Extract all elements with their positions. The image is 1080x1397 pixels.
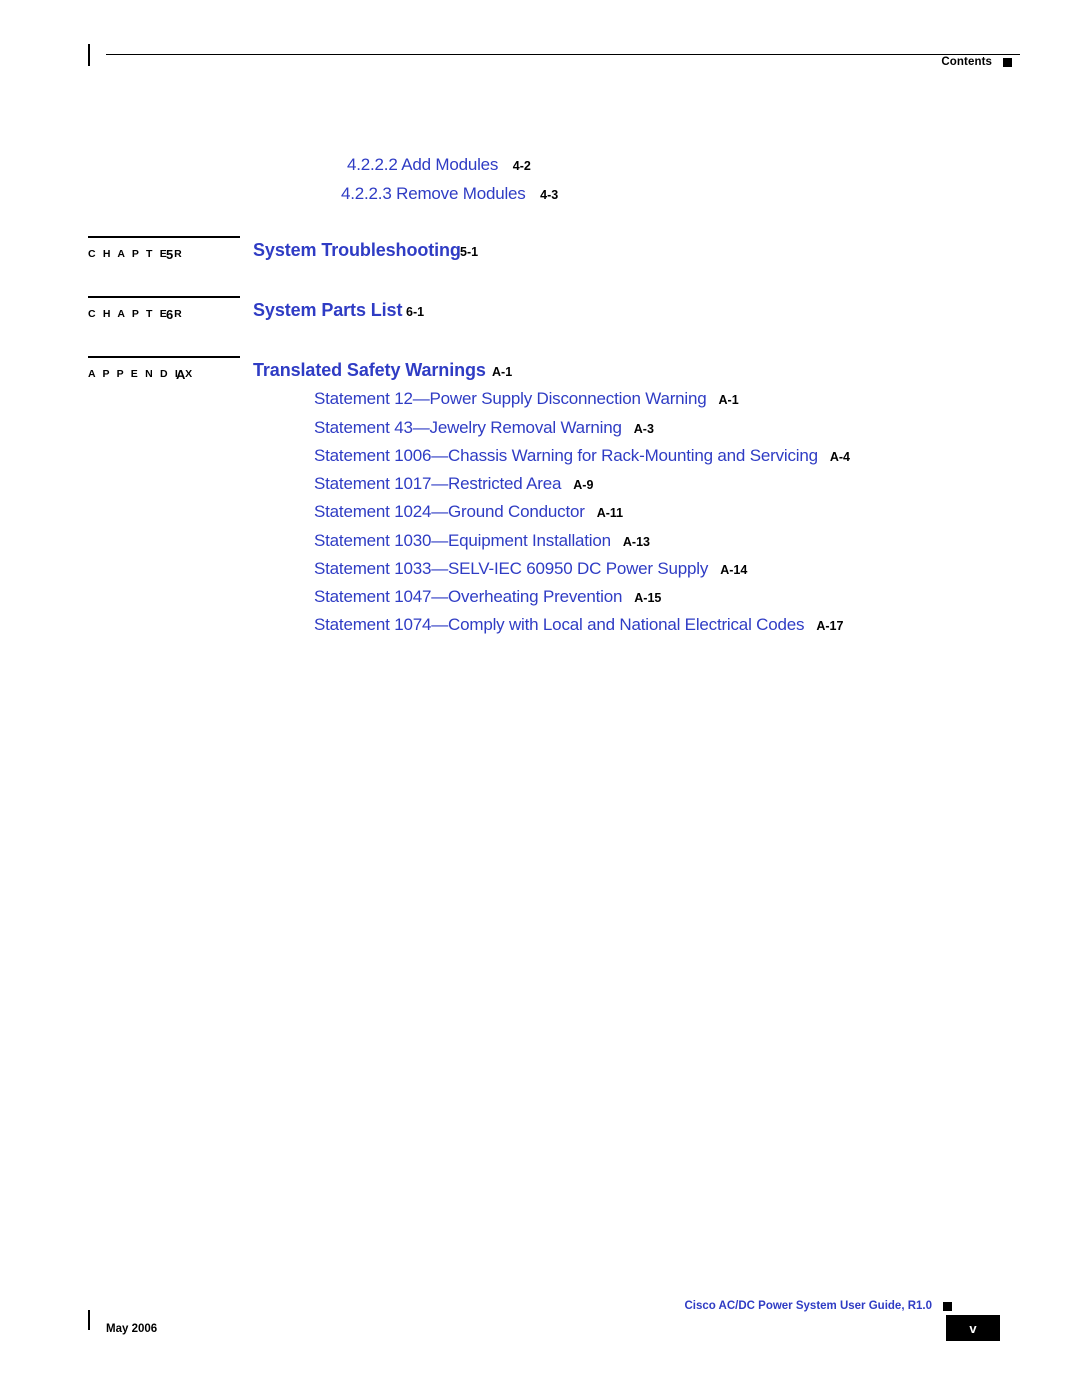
chapter-page: 5-1 — [460, 245, 479, 259]
chapter-rule — [88, 236, 240, 238]
toc-subentry-page: 4-3 — [540, 188, 559, 202]
footer-square-marker — [943, 1302, 952, 1311]
toc-subentry-title: Add Modules — [401, 155, 499, 174]
header-label: Contents — [941, 56, 992, 68]
appendix-page: A-1 — [492, 365, 513, 379]
header-square-marker — [1003, 58, 1012, 67]
toc-entry-statement-1006[interactable]: Statement 1006—Chassis Warning for Rack-… — [314, 446, 850, 466]
toc-entry-page: A-9 — [573, 478, 594, 492]
chapter-title: System Parts List — [253, 300, 403, 320]
footer-date: May 2006 — [106, 1323, 158, 1335]
toc-entry-statement-1030[interactable]: Statement 1030—Equipment Installation A-1… — [314, 531, 650, 551]
appendix-title: Translated Safety Warnings — [253, 360, 486, 380]
page-footer: Cisco AC/DC Power System User Guide, R1.… — [88, 1299, 1020, 1341]
toc-entry-page: A-14 — [720, 563, 748, 577]
toc-entry-statement-1017[interactable]: Statement 1017—Restricted Area A-9 — [314, 474, 593, 494]
toc-entry-title: Statement 1033—SELV-IEC 60950 DC Power S… — [314, 559, 709, 578]
header-rule — [106, 54, 1020, 55]
appendix-letter: A — [176, 367, 186, 382]
appendix-rule — [88, 356, 240, 358]
toc-entry-title: Statement 1024—Ground Conductor — [314, 502, 585, 521]
toc-entry-title: Statement 43—Jewelry Removal Warning — [314, 418, 622, 437]
toc-entry-title: Statement 1047—Overheating Prevention — [314, 587, 623, 606]
footer-page-number: v — [946, 1315, 1000, 1341]
toc-entry-page: A-3 — [633, 422, 654, 436]
page-header: Contents — [88, 40, 1020, 70]
toc-entry-page: A-13 — [622, 535, 650, 549]
toc-entry-statement-12[interactable]: Statement 12—Power Supply Disconnection … — [314, 389, 739, 409]
toc-entry-title: Statement 1017—Restricted Area — [314, 474, 562, 493]
toc-entry-statement-1047[interactable]: Statement 1047—Overheating Prevention A-1… — [314, 587, 661, 607]
chapter-number: 6 — [166, 307, 174, 322]
toc-entry-page: A-1 — [718, 393, 739, 407]
toc-entry-statement-1074[interactable]: Statement 1074—Comply with Local and Nat… — [314, 615, 843, 635]
toc-entry-title: Statement 1074—Comply with Local and Nat… — [314, 615, 805, 634]
header-tick-mark — [88, 44, 90, 66]
toc-entry-statement-43[interactable]: Statement 43—Jewelry Removal Warning A-3 — [314, 418, 654, 438]
toc-subentry-remove-modules[interactable]: 4.2.2.3 Remove Modules 4-3 — [341, 184, 558, 204]
toc-entry-title: Statement 1006—Chassis Warning for Rack-… — [314, 446, 818, 465]
toc-subentry-number: 4.2.2.3 — [341, 184, 392, 203]
toc-entry-page: A-4 — [829, 450, 850, 464]
chapter-title: System Troubleshooting — [253, 240, 461, 260]
toc-subentry-title: Remove Modules — [396, 184, 526, 203]
toc-entry-statement-1033[interactable]: Statement 1033—SELV-IEC 60950 DC Power S… — [314, 559, 747, 579]
chapter-number: 5 — [166, 247, 174, 262]
toc-entry-statement-1024[interactable]: Statement 1024—Ground Conductor A-11 — [314, 502, 623, 522]
toc-entry-page: A-11 — [596, 506, 624, 520]
footer-tick-mark — [88, 1310, 90, 1330]
toc-subentry-add-modules[interactable]: 4.2.2.2 Add Modules 4-2 — [347, 155, 531, 175]
toc-entry-title: Statement 12—Power Supply Disconnection … — [314, 389, 707, 408]
toc-entry-page: A-15 — [634, 591, 662, 605]
toc-subentry-page: 4-2 — [512, 159, 531, 173]
toc-entry-title: Statement 1030—Equipment Installation — [314, 531, 611, 550]
toc-subentry-number: 4.2.2.2 — [347, 155, 398, 174]
chapter-page: 6-1 — [406, 305, 425, 319]
toc-entry-page: A-17 — [816, 619, 844, 633]
chapter-rule — [88, 296, 240, 298]
document-page: Contents 4.2.2.2 Add Modules 4-2 4.2.2.3… — [0, 0, 1080, 1397]
footer-guide-title: Cisco AC/DC Power System User Guide, R1.… — [684, 1300, 932, 1312]
